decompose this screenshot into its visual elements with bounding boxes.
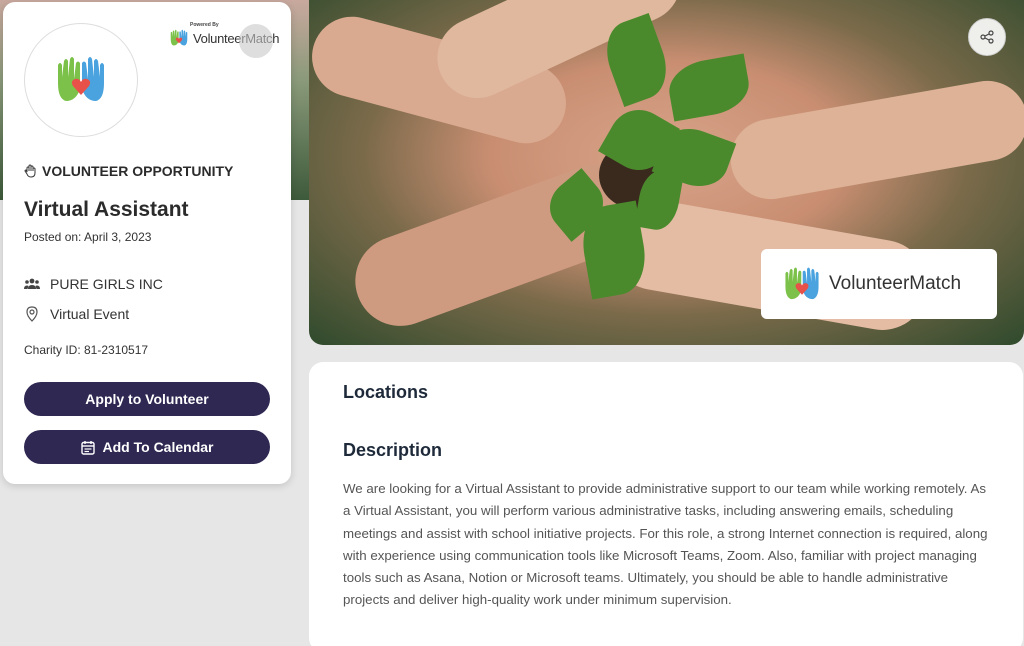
leaf	[664, 53, 754, 122]
location-row: Virtual Event	[24, 306, 129, 322]
description-heading: Description	[343, 440, 443, 460]
opportunity-title: Virtual Assistant	[24, 198, 189, 221]
volunteermatch-badge-text: VolunteerMatch	[829, 273, 962, 294]
calendar-button-label: Add To Calendar	[102, 439, 214, 455]
organization-row[interactable]: PURE GIRLS INC	[24, 276, 163, 292]
hand-shape	[724, 74, 1024, 206]
volunteermatch-badge-logo-icon	[785, 267, 819, 300]
opportunity-category-label: VOLUNTEER OPPORTUNITY	[42, 163, 234, 179]
map-pin-icon	[26, 306, 38, 322]
locations-heading: Locations	[343, 382, 429, 402]
opportunity-card: Powered By VolunteerMatch VOLUNTEER OPPO…	[3, 2, 291, 484]
opportunity-category: VOLUNTEER OPPORTUNITY	[24, 163, 233, 179]
card-share-overlay[interactable]	[239, 24, 273, 58]
volunteermatch-badge: VolunteerMatch	[761, 249, 997, 319]
details-panel: Locations Description We are looking for…	[309, 362, 1023, 646]
powered-by-label: Powered By	[190, 22, 219, 28]
add-to-calendar-button[interactable]: Add To Calendar	[24, 430, 270, 464]
apply-to-volunteer-button[interactable]: Apply to Volunteer	[24, 382, 270, 416]
share-button[interactable]	[968, 18, 1006, 56]
people-icon	[24, 278, 40, 289]
calendar-icon	[80, 440, 95, 455]
hand-icon	[24, 164, 36, 178]
posted-date: Posted on: April 3, 2023	[24, 230, 152, 244]
description-text: We are looking for a Virtual Assistant t…	[343, 481, 988, 608]
location-label: Virtual Event	[50, 306, 130, 322]
share-icon	[980, 30, 994, 44]
volunteermatch-small-logo-icon	[170, 29, 188, 46]
volunteermatch-logo-icon	[58, 57, 104, 101]
organization-name: PURE GIRLS INC	[50, 276, 163, 292]
charity-id: Charity ID: 81-2310517	[24, 343, 149, 357]
apply-button-label: Apply to Volunteer	[85, 391, 209, 407]
organization-logo	[24, 23, 138, 137]
